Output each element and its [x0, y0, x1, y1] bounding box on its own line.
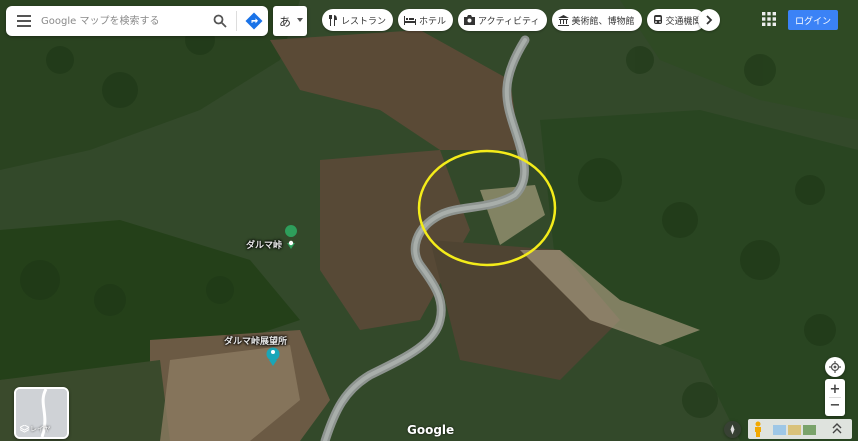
layer-toggle[interactable]: レイヤ	[14, 387, 69, 439]
search-icon[interactable]	[207, 6, 233, 36]
chip-label: ホテル	[419, 16, 447, 27]
place-label-viewpoint[interactable]: ダルマ峠展望所	[224, 334, 287, 347]
chevron-right-icon	[705, 15, 712, 25]
chip-label: 交通機関	[665, 16, 702, 27]
chip-label: アクティビティ	[478, 16, 540, 27]
ime-label: あ	[279, 14, 292, 29]
fork-knife-icon	[329, 14, 337, 26]
zoom-in-button[interactable]: +	[830, 382, 841, 397]
apps-grid-icon[interactable]	[762, 12, 776, 26]
layers-icon	[20, 425, 29, 433]
chips-next-button[interactable]	[698, 9, 720, 31]
train-icon	[653, 14, 662, 24]
museum-icon	[557, 14, 569, 26]
login-button[interactable]: ログイン	[788, 10, 838, 30]
google-logo: Google	[407, 423, 455, 437]
category-chips: レストラン ホテル アクティビティ 美術館、博物館 交通機関	[322, 9, 705, 31]
chip-restaurants[interactable]: レストラン	[322, 9, 394, 31]
directions-icon[interactable]	[240, 6, 268, 36]
pegman-icon[interactable]	[753, 421, 763, 437]
layer-label: レイヤ	[30, 425, 51, 433]
bed-icon	[404, 16, 417, 25]
expand-up-icon[interactable]	[832, 423, 842, 435]
camera-icon	[464, 15, 476, 25]
zoom-out-button[interactable]: −	[830, 398, 841, 413]
chip-label: 美術館、博物館	[571, 16, 635, 27]
search-box	[6, 6, 268, 36]
chip-transit[interactable]: 交通機関	[646, 9, 705, 31]
my-location-button[interactable]	[825, 357, 845, 377]
compass-icon[interactable]	[724, 421, 741, 438]
chevron-down-icon	[297, 18, 303, 22]
imagery-thumbnails[interactable]	[773, 425, 817, 435]
bottom-toolbar	[748, 419, 852, 439]
chip-activities[interactable]: アクティビティ	[458, 9, 547, 31]
input-method-selector[interactable]: あ	[273, 6, 307, 36]
chip-museums[interactable]: 美術館、博物館	[551, 9, 642, 31]
search-divider	[236, 11, 237, 31]
chip-label: レストラン	[341, 16, 387, 27]
search-input[interactable]	[39, 9, 207, 33]
menu-icon[interactable]	[9, 6, 39, 36]
chip-hotels[interactable]: ホテル	[398, 9, 454, 31]
zoom-controls: + −	[825, 379, 845, 416]
satellite-map[interactable]	[0, 0, 858, 441]
place-label-daruma-pass[interactable]: ダルマ峠	[246, 238, 282, 251]
crosshair-icon	[829, 361, 841, 373]
